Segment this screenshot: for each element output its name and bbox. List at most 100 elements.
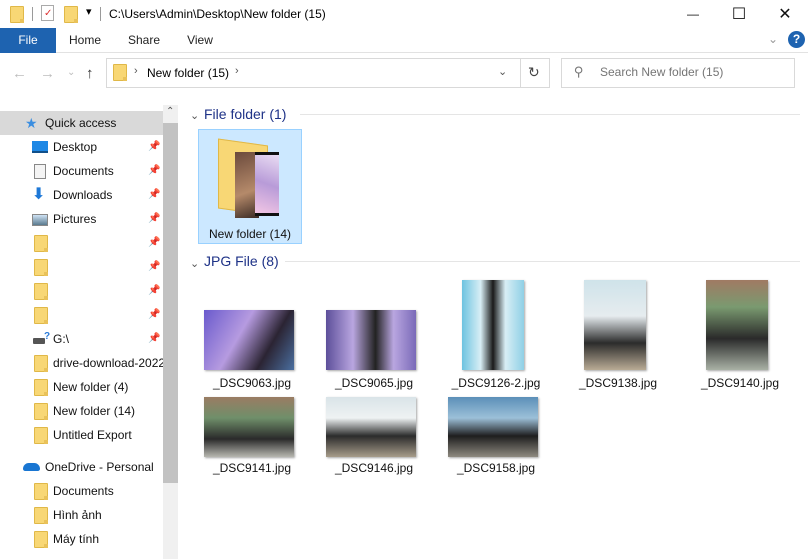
pin-icon[interactable]: 📌: [148, 327, 160, 351]
sidebar-item-new-folder-14[interactable]: New folder (14): [0, 399, 163, 423]
sidebar-item-folder[interactable]: 📌: [0, 231, 163, 255]
pin-icon[interactable]: 📌: [148, 231, 160, 255]
scroll-up-icon[interactable]: ⌃: [166, 106, 174, 117]
tab-home[interactable]: Home: [62, 28, 108, 53]
divider: [300, 114, 800, 115]
sidebar-item-onedrive[interactable]: OneDrive - Personal: [0, 455, 163, 479]
sidebar-item-drive-g[interactable]: ? G:\ 📌: [0, 327, 163, 351]
pin-icon[interactable]: 📌: [148, 159, 160, 183]
properties-icon[interactable]: ✓: [41, 5, 54, 21]
help-icon[interactable]: ?: [788, 31, 805, 48]
folder-icon: [34, 427, 48, 444]
minimize-button[interactable]: —: [670, 0, 716, 28]
sidebar-item-may-tinh[interactable]: Máy tính: [0, 527, 163, 551]
divider: [100, 7, 101, 21]
scrollbar-thumb[interactable]: [163, 123, 178, 483]
sidebar-item-quick-access[interactable]: ★ Quick access: [0, 111, 163, 135]
file-tile[interactable]: _DSC9126-2.jpg: [436, 280, 556, 390]
pin-icon[interactable]: 📌: [148, 135, 160, 159]
forward-button[interactable]: →: [40, 65, 55, 82]
folder-icon: [34, 507, 48, 524]
recent-locations-button[interactable]: ⌄: [67, 67, 75, 78]
search-icon: ⚲: [574, 64, 584, 79]
maximize-button[interactable]: ☐: [716, 0, 762, 28]
sidebar-item-downloads[interactable]: ⬇ Downloads 📌: [0, 183, 163, 207]
group-header[interactable]: File folder (1): [204, 106, 286, 122]
collapse-group-icon[interactable]: ⌄: [190, 257, 199, 270]
file-tile[interactable]: _DSC9141.jpg: [192, 395, 312, 481]
documents-icon: [34, 164, 46, 179]
pin-icon[interactable]: 📌: [148, 207, 160, 231]
breadcrumb-chevron-icon[interactable]: ›: [235, 65, 239, 77]
image-thumbnail: [462, 280, 524, 370]
search-box[interactable]: ⚲: [561, 58, 795, 88]
address-bar[interactable]: › New folder (15) › ⌄ ↻: [106, 58, 550, 88]
group-header[interactable]: JPG File (8): [204, 253, 279, 269]
minimize-icon: —: [687, 7, 699, 21]
folder-icon: [34, 379, 48, 396]
file-tile[interactable]: _DSC9146.jpg: [314, 395, 434, 481]
breadcrumb-item[interactable]: New folder (15): [147, 66, 229, 80]
address-dropdown-icon[interactable]: ⌄: [498, 65, 507, 78]
folder-icon: [113, 64, 127, 81]
onedrive-icon: [23, 463, 40, 471]
file-view: ⌄ File folder (1) New folder (14) ⌄ JPG …: [180, 95, 808, 559]
folder-icon: [34, 483, 48, 500]
up-button[interactable]: ↑: [86, 65, 94, 82]
customize-qat-button[interactable]: ▾: [86, 5, 92, 18]
sidebar-item-folder[interactable]: 📌: [0, 255, 163, 279]
folder-icon: [34, 403, 48, 420]
sidebar-item-folder[interactable]: 📌: [0, 279, 163, 303]
file-tile[interactable]: _DSC9140.jpg: [680, 280, 800, 390]
collapse-group-icon[interactable]: ⌄: [190, 109, 199, 122]
folder-tile[interactable]: New folder (14): [198, 129, 302, 244]
sidebar-item-documents[interactable]: Documents 📌: [0, 159, 163, 183]
sidebar-item-onedrive-documents[interactable]: Documents: [0, 479, 163, 503]
desktop-icon: [32, 141, 48, 153]
tab-view[interactable]: View: [178, 28, 222, 53]
tab-share[interactable]: Share: [120, 28, 168, 53]
pin-icon[interactable]: 📌: [148, 303, 160, 327]
sidebar-item-pictures[interactable]: Pictures 📌: [0, 207, 163, 231]
pictures-icon: [32, 214, 48, 226]
file-name: New folder (14): [208, 227, 292, 241]
sidebar-item-hinh-anh[interactable]: Hình ảnh: [0, 503, 163, 527]
new-folder-icon[interactable]: [64, 6, 78, 23]
image-thumbnail: [448, 397, 538, 457]
star-icon: ★: [25, 115, 38, 131]
close-icon: ✕: [778, 6, 792, 23]
title-bar: ✓ ▾ C:\Users\Admin\Desktop\New folder (1…: [0, 0, 808, 28]
folder-icon: [34, 531, 48, 548]
tab-file[interactable]: File: [0, 28, 56, 53]
folder-icon: [34, 235, 48, 252]
sidebar-item-untitled-export[interactable]: Untitled Export: [0, 423, 163, 447]
file-tile[interactable]: _DSC9065.jpg: [314, 280, 434, 390]
file-tile[interactable]: _DSC9063.jpg: [192, 280, 312, 390]
sidebar-item-drive-download[interactable]: drive-download-2022: [0, 351, 163, 375]
folder-icon: [34, 355, 48, 372]
file-tile[interactable]: _DSC9158.jpg: [436, 395, 556, 481]
pin-icon[interactable]: 📌: [148, 255, 160, 279]
image-thumbnail: [326, 397, 416, 457]
image-thumbnail: [706, 280, 768, 370]
refresh-button[interactable]: ↻: [528, 64, 540, 81]
search-input[interactable]: [600, 65, 780, 79]
sidebar-item-desktop[interactable]: Desktop 📌: [0, 135, 163, 159]
expand-ribbon-icon[interactable]: ⌄: [768, 32, 778, 46]
pin-icon[interactable]: 📌: [148, 183, 160, 207]
close-button[interactable]: ✕: [762, 0, 808, 28]
divider: [285, 261, 800, 262]
divider: [32, 7, 33, 21]
sidebar-scrollbar[interactable]: ⌃: [163, 105, 178, 559]
sidebar-item-folder[interactable]: 📌: [0, 303, 163, 327]
sidebar-item-new-folder-4[interactable]: New folder (4): [0, 375, 163, 399]
image-thumbnail: [326, 310, 416, 370]
ribbon-tabs: File Home Share View ⌄ ?: [0, 28, 808, 53]
folder-icon: [34, 307, 48, 324]
folder-icon: [34, 259, 48, 276]
file-tile[interactable]: _DSC9138.jpg: [558, 280, 678, 390]
pin-icon[interactable]: 📌: [148, 279, 160, 303]
back-button[interactable]: ←: [12, 65, 27, 82]
image-thumbnail: [584, 280, 646, 370]
image-thumbnail: [204, 397, 294, 457]
